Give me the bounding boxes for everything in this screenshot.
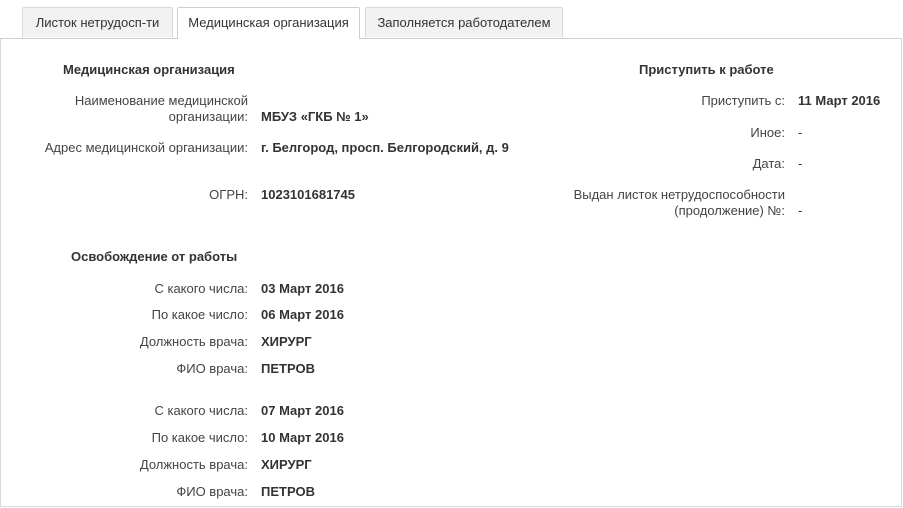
- tab-sick-leave[interactable]: Листок нетрудосп-ти: [22, 7, 173, 37]
- period-1-to-label: По какое число:: [151, 307, 248, 322]
- period-2-position-value: ХИРУРГ: [261, 457, 312, 472]
- tab-medical-organization[interactable]: Медицинская организация: [177, 7, 360, 39]
- return-date-value: -: [798, 156, 803, 171]
- return-other-value: -: [798, 125, 803, 140]
- return-start-label: Приступить с:: [701, 93, 785, 108]
- continuation-label: Выдан листок нетрудоспособности (продолж…: [573, 187, 785, 218]
- return-start-value: 11 Март 2016: [798, 93, 881, 108]
- period-1-to-value: 06 Март 2016: [261, 307, 344, 322]
- period-1-from-label: С какого числа:: [154, 281, 248, 296]
- org-address-value: г. Белгород, просп. Белгородский, д. 9: [261, 140, 509, 155]
- return-other-label: Иное:: [750, 125, 785, 140]
- org-ogrn-value: 1023101681745: [261, 187, 355, 202]
- period-2-doctor-label: ФИО врача:: [176, 484, 248, 499]
- period-1-position-value: ХИРУРГ: [261, 334, 312, 349]
- period-1-doctor-label: ФИО врача:: [176, 361, 248, 376]
- tab-employer[interactable]: Заполняется работодателем: [365, 7, 563, 37]
- period-2-to-value: 10 Март 2016: [261, 430, 344, 445]
- period-2-position-label: Должность врача:: [139, 457, 248, 472]
- org-name-label: Наименование медицинской организации:: [74, 93, 248, 124]
- period-2-to-label: По какое число:: [151, 430, 248, 445]
- org-name-value: МБУЗ «ГКБ № 1»: [261, 109, 369, 124]
- section-heading-release-from-work: Освобождение от работы: [71, 249, 238, 264]
- period-1-position-label: Должность врача:: [139, 334, 248, 349]
- continuation-value: -: [798, 203, 803, 218]
- period-2-from-label: С какого числа:: [154, 403, 248, 418]
- section-heading-medical-organization: Медицинская организация: [63, 62, 235, 77]
- period-2-from-value: 07 Март 2016: [261, 403, 344, 418]
- org-address-label: Адрес медицинской организации:: [44, 140, 248, 155]
- return-date-label: Дата:: [752, 156, 785, 171]
- period-1-from-value: 03 Март 2016: [261, 281, 344, 296]
- org-ogrn-label: ОГРН:: [209, 187, 248, 202]
- section-heading-return-to-work: Приступить к работе: [639, 62, 774, 77]
- period-1-doctor-value: ПЕТРОВ: [261, 361, 315, 376]
- period-2-doctor-value: ПЕТРОВ: [261, 484, 315, 499]
